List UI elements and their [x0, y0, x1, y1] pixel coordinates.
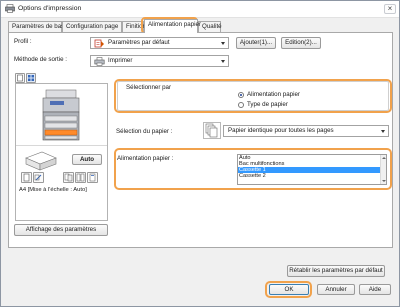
grid-view-icon — [28, 75, 34, 81]
portrait-button[interactable] — [21, 172, 32, 183]
duplex-button[interactable] — [63, 172, 74, 183]
landscape-button[interactable] — [33, 172, 44, 183]
ok-button[interactable]: OK — [269, 284, 309, 295]
profile-select[interactable]: Paramètres par défaut — [90, 37, 229, 49]
staple-icon — [89, 173, 96, 182]
chevron-up-icon[interactable] — [382, 157, 386, 159]
paper-selection-select[interactable]: Papier identique pour toutes les pages — [223, 125, 389, 137]
chevron-down-icon[interactable] — [382, 180, 386, 182]
duplex-page-icon — [64, 173, 73, 182]
booklet-button[interactable] — [75, 172, 86, 183]
printer-view-button[interactable] — [26, 73, 36, 83]
help-button[interactable]: Aide — [359, 284, 391, 295]
paper-source-list[interactable]: Auto Bac multifonctions Cassette 1 Casse… — [237, 154, 387, 185]
tab-quality[interactable]: Qualité — [198, 21, 222, 32]
paper-selection-label: Sélection du papier : — [116, 128, 173, 135]
show-settings-button[interactable]: Affichage des paramètres — [14, 224, 108, 236]
close-icon: × — [387, 4, 393, 13]
printer-preview: Auto A4 [Mise à l'échelle: Auto] — [15, 83, 108, 221]
select-by-title: Sélectionner par — [126, 84, 172, 91]
profile-value: Paramètres par défaut — [108, 39, 170, 46]
restore-defaults-button[interactable]: Rétablir les paramètres par défaut — [287, 265, 385, 277]
tab-panel: Profil : Paramètres par défaut Ajouter(1… — [8, 32, 393, 248]
output-method-select[interactable]: Imprimer — [90, 55, 229, 67]
page-view-icon — [17, 74, 23, 82]
tab-basic-settings[interactable]: Paramètres de base — [8, 21, 68, 32]
paper-source-label: Alimentation papier : — [117, 155, 174, 162]
printer-settings-icon — [94, 39, 104, 48]
printer-illustration-area — [16, 84, 107, 146]
paper-preview-area: Auto A4 [Mise à l'échelle: Auto] — [16, 146, 107, 220]
page-portrait-icon — [23, 173, 30, 182]
staple-button[interactable] — [87, 172, 98, 183]
radio-paper-type-label: Type de papier — [247, 101, 288, 108]
radio-button[interactable] — [238, 102, 244, 108]
printer-illustration-icon — [42, 89, 80, 141]
output-method-label: Méthode de sortie : — [14, 56, 67, 63]
radio-paper-source-label: Alimentation papier — [247, 91, 300, 98]
chevron-down-icon — [381, 130, 385, 133]
close-button[interactable]: × — [384, 4, 396, 14]
preview-caption: A4 [Mise à l'échelle : Auto] — [19, 187, 87, 193]
paper-selection-icon-box — [203, 122, 221, 139]
printer-icon — [94, 57, 105, 66]
tab-paper-source[interactable]: Alimentation papier — [144, 19, 201, 33]
paper-selection-value: Papier identique pour toutes les pages — [228, 127, 334, 134]
print-options-dialog: Options d'impression × Paramètres de bas… — [0, 0, 400, 307]
chevron-down-icon — [221, 60, 225, 63]
select-by-group: Sélectionner par Alimentation papier Typ… — [117, 81, 389, 111]
auto-preview-button[interactable]: Auto — [72, 154, 102, 165]
cancel-button[interactable]: Annuler — [317, 284, 355, 295]
layout-view-button[interactable] — [15, 73, 25, 83]
pages-icon — [205, 123, 218, 138]
edit-profile-button[interactable]: Edition(2)... — [281, 37, 321, 49]
profile-label: Profil : — [14, 38, 32, 45]
add-profile-button[interactable]: Ajouter(1)... — [236, 37, 276, 49]
printer-app-icon — [5, 4, 15, 13]
booklet-icon — [76, 173, 85, 182]
radio-button[interactable] — [238, 92, 244, 98]
chevron-down-icon — [221, 42, 225, 45]
list-scrollbar[interactable] — [380, 155, 386, 184]
window-title: Options d'impression — [18, 5, 82, 12]
title-bar: Options d'impression × — [1, 1, 399, 18]
page-rotate-icon — [34, 174, 42, 181]
output-method-value: Imprimer — [108, 57, 133, 64]
tab-page-setup[interactable]: Configuration page — [62, 21, 122, 32]
list-item[interactable]: Cassette 2 — [238, 173, 386, 179]
